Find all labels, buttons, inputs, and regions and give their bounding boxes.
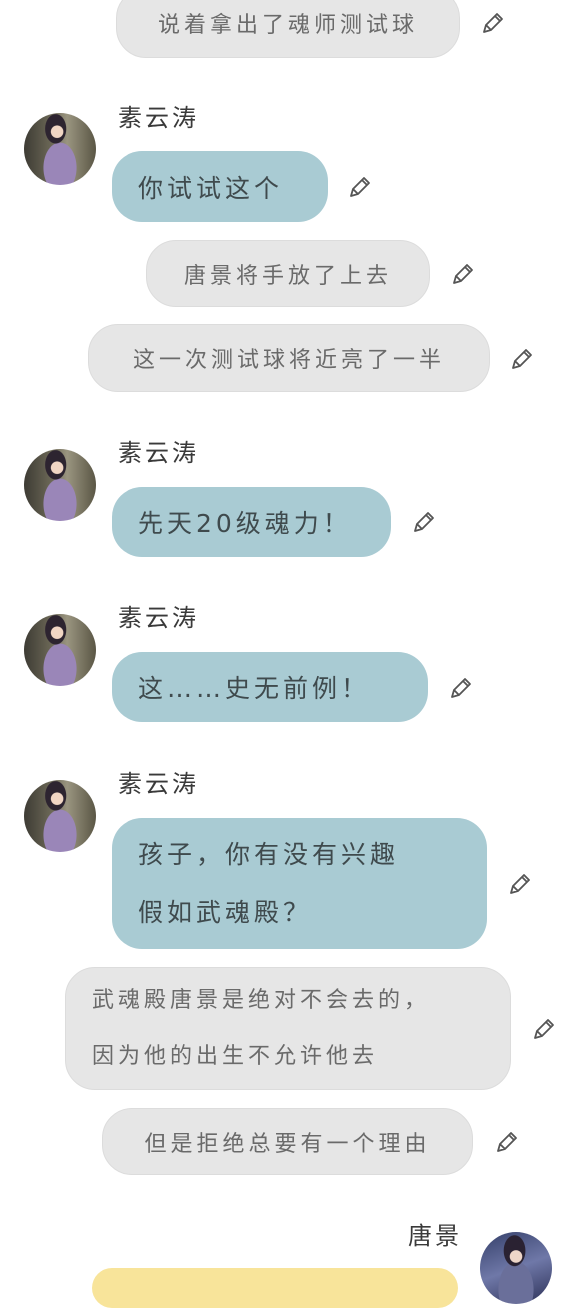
character-bubble[interactable]: 这……史无前例！: [112, 652, 428, 722]
narration-line: 因为他的出生不允许他去: [92, 1043, 379, 1069]
pencil-icon[interactable]: [531, 1016, 557, 1042]
character-avatar-icon[interactable]: [24, 614, 96, 686]
speaker-name: 素云涛: [118, 604, 199, 632]
narration-bubble[interactable]: 唐景将手放了上去: [146, 240, 430, 307]
pencil-icon[interactable]: [448, 675, 474, 701]
character-avatar-icon[interactable]: [24, 113, 96, 185]
pencil-icon[interactable]: [450, 261, 476, 287]
pencil-icon[interactable]: [494, 1129, 520, 1155]
narration-text: 但是拒绝总要有一个理由: [144, 1131, 431, 1157]
narration-bubble[interactable]: 这一次测试球将近亮了一半: [88, 324, 490, 392]
speaker-name: 素云涛: [118, 439, 199, 467]
narration-line: 武魂殿唐景是绝对不会去的，: [92, 987, 431, 1013]
narration-text: 说着拿出了魂师测试球: [157, 13, 418, 38]
character-bubble[interactable]: 先天20级魂力！: [112, 487, 391, 557]
dialogue-text: 先天20级魂力！: [138, 509, 352, 538]
character-avatar-icon[interactable]: [24, 449, 96, 521]
pencil-icon[interactable]: [347, 174, 373, 200]
player-avatar-icon[interactable]: [480, 1232, 552, 1304]
narration-bubble[interactable]: 说着拿出了魂师测试球: [116, 0, 460, 58]
dialogue-line: 假如武魂殿？: [138, 897, 313, 927]
pencil-icon[interactable]: [480, 10, 506, 36]
dialogue-text: 这……史无前例！: [138, 674, 371, 703]
character-avatar-icon[interactable]: [24, 780, 96, 852]
narration-bubble[interactable]: 武魂殿唐景是绝对不会去的， 因为他的出生不允许他去: [65, 967, 511, 1090]
narration-text: 唐景将手放了上去: [183, 263, 392, 289]
narration-text: 这一次测试球将近亮了一半: [132, 348, 445, 373]
narration-bubble[interactable]: 但是拒绝总要有一个理由: [102, 1108, 473, 1175]
pencil-icon[interactable]: [411, 509, 437, 535]
speaker-name: 唐景: [408, 1222, 462, 1250]
pencil-icon[interactable]: [509, 346, 535, 372]
character-bubble[interactable]: 你试试这个: [112, 151, 328, 222]
speaker-name: 素云涛: [118, 770, 199, 798]
dialogue-line: 孩子，你有没有兴趣: [138, 839, 400, 869]
dialogue-text: 你试试这个: [138, 173, 284, 203]
player-bubble[interactable]: [92, 1268, 458, 1308]
speaker-name: 素云涛: [118, 104, 199, 132]
character-bubble[interactable]: 孩子，你有没有兴趣 假如武魂殿？: [112, 818, 487, 949]
pencil-icon[interactable]: [507, 871, 533, 897]
